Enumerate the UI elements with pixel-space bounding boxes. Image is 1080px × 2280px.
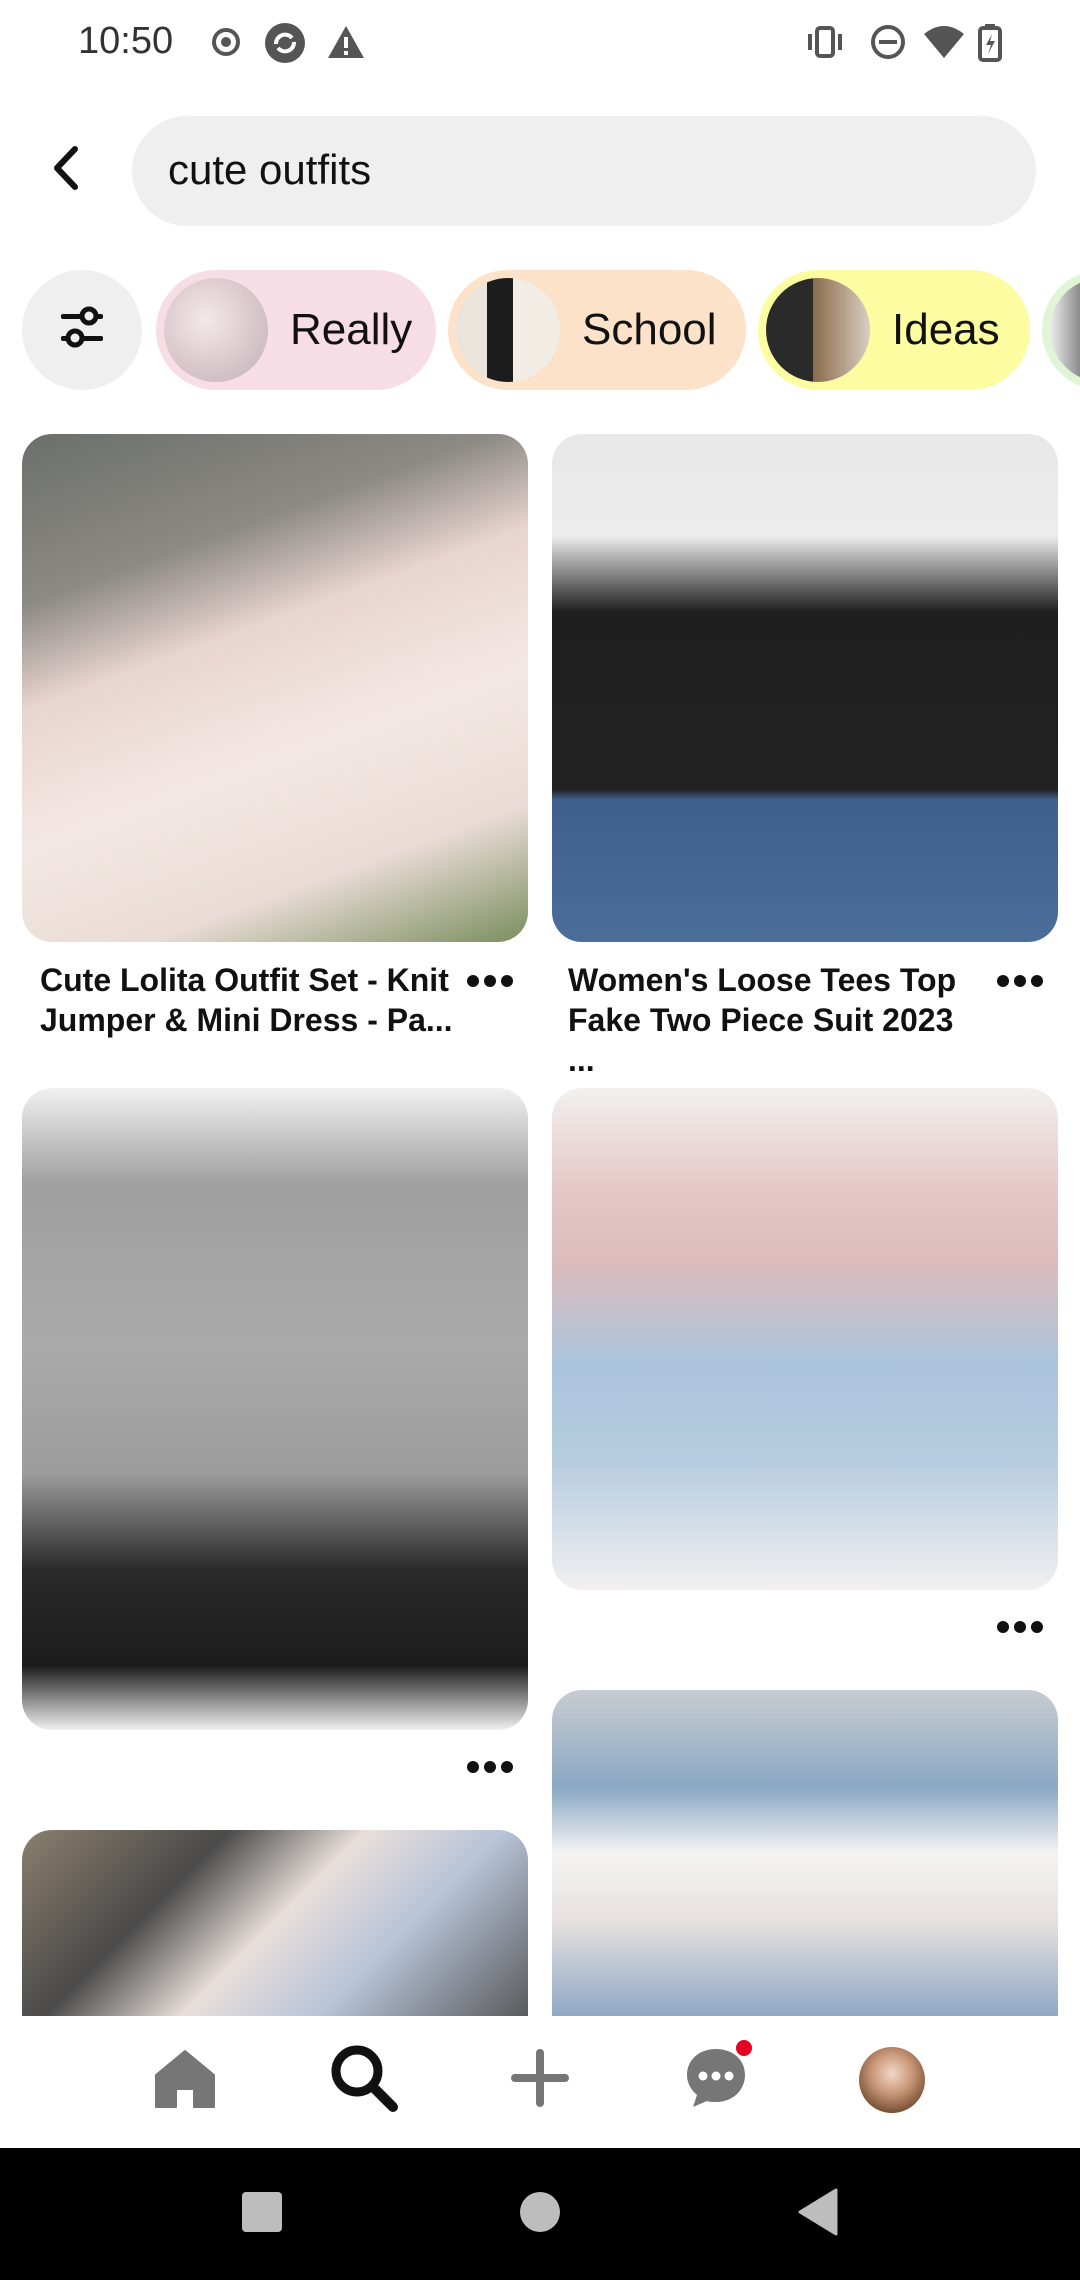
pin-image-gray-hoodie[interactable] xyxy=(22,1088,528,1730)
chip-school-thumbnail xyxy=(456,278,560,382)
search-query-text: cute outfits xyxy=(168,146,372,193)
pin-more-button[interactable] xyxy=(460,1754,520,1784)
chip-ideas[interactable]: Ideas xyxy=(758,270,1030,390)
sync-icon xyxy=(264,22,305,63)
chip-next-thumbnail xyxy=(1050,278,1080,382)
chip-school-label: School xyxy=(582,305,717,354)
more-icon xyxy=(466,1760,514,1779)
search-input[interactable]: cute outfits xyxy=(132,116,1036,226)
chip-really-thumbnail xyxy=(164,278,268,382)
home-button[interactable] xyxy=(510,2184,570,2244)
dnd-icon xyxy=(868,22,908,62)
filter-button[interactable] xyxy=(22,270,142,390)
pin-more-button[interactable] xyxy=(460,968,520,998)
chip-really[interactable]: Really xyxy=(156,270,436,390)
record-icon xyxy=(206,22,246,62)
status-time: 10:50 xyxy=(78,20,174,62)
pin-more-button[interactable] xyxy=(990,968,1050,998)
nav-profile[interactable] xyxy=(852,2040,932,2120)
chip-school[interactable]: School xyxy=(448,270,746,390)
chip-next[interactable] xyxy=(1042,270,1080,390)
chip-really-label: Really xyxy=(290,305,413,354)
chip-ideas-label: Ideas xyxy=(892,305,1000,354)
messages-icon xyxy=(683,2045,749,2116)
pin-image-lolita-outfit[interactable] xyxy=(22,434,528,942)
pin-more-button[interactable] xyxy=(990,1614,1050,1644)
home-icon xyxy=(152,2045,218,2116)
more-icon xyxy=(466,974,514,993)
back-arrow-icon xyxy=(45,143,85,198)
profile-avatar xyxy=(859,2047,925,2113)
vibrate-icon xyxy=(804,22,844,62)
wifi-icon xyxy=(922,22,964,62)
pin-title: Women's Loose Tees Top Fake Two Piece Su… xyxy=(568,962,957,1078)
more-icon xyxy=(996,1620,1044,1639)
recents-button[interactable] xyxy=(232,2184,292,2244)
pin-image-loose-tees[interactable] xyxy=(552,434,1058,942)
notification-dot xyxy=(736,2040,752,2056)
filter-chip-row: Really School Ideas xyxy=(0,268,1080,392)
bottom-nav xyxy=(0,2016,1080,2148)
chip-ideas-thumbnail xyxy=(766,278,870,382)
pin-image-camisole[interactable] xyxy=(22,1830,528,2016)
home-circle-icon xyxy=(518,2190,562,2239)
back-triangle-icon xyxy=(796,2188,840,2241)
sliders-icon xyxy=(57,306,107,355)
more-icon xyxy=(996,974,1044,993)
pin-image-overall-dress[interactable] xyxy=(552,1088,1058,1590)
nav-create[interactable] xyxy=(500,2040,580,2120)
system-nav-bar xyxy=(0,2148,1080,2280)
recents-icon xyxy=(240,2190,284,2239)
search-icon xyxy=(329,2043,399,2118)
create-icon xyxy=(507,2045,573,2116)
nav-messages[interactable] xyxy=(676,2040,756,2120)
battery-icon xyxy=(976,22,1016,62)
nav-search[interactable] xyxy=(324,2040,404,2120)
pin-image-denim-jacket[interactable] xyxy=(552,1690,1058,2016)
system-back-button[interactable] xyxy=(788,2184,848,2244)
pin-title: Cute Lolita Outfit Set - Knit Jumper & M… xyxy=(40,962,453,1038)
back-button[interactable] xyxy=(30,130,100,210)
warning-icon xyxy=(326,22,366,62)
status-bar: 10:50 xyxy=(0,0,1080,88)
nav-home[interactable] xyxy=(145,2040,225,2120)
